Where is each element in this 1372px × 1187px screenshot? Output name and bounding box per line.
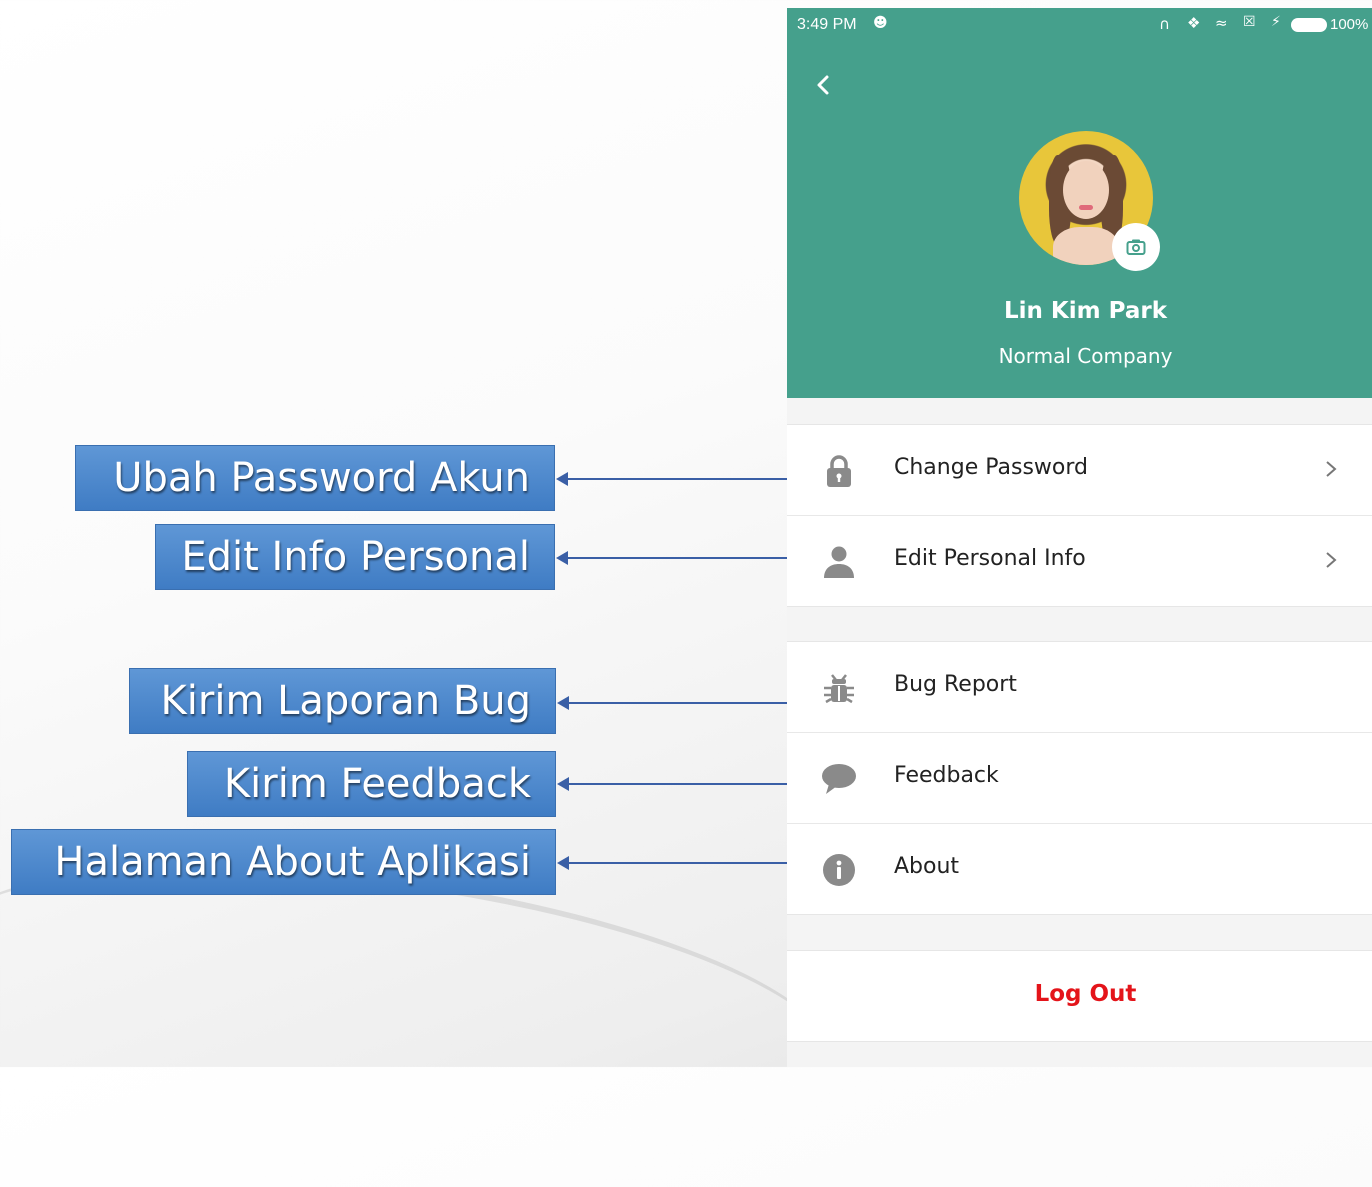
profile-header: 3:49 PM ☻ ∩ ❖ ≈ ☒ ⚡ 100% Lin Kim Park No… — [787, 8, 1372, 398]
android-icon: ☻ — [873, 15, 888, 31]
callout-feedback: Kirim Feedback — [187, 751, 556, 817]
menu-item-bug-report[interactable]: Bug Report — [787, 642, 1372, 733]
user-name: Lin Kim Park — [1004, 298, 1167, 324]
support-group: Bug Report Feedback About — [787, 641, 1372, 915]
headphones-icon: ∩ — [1159, 15, 1170, 33]
chevron-right-icon — [1326, 461, 1337, 477]
battery-icon — [1291, 18, 1327, 32]
menu-item-label: Feedback — [894, 763, 999, 788]
menu-item-label: Change Password — [894, 455, 1088, 480]
menu-item-label: Edit Personal Info — [894, 546, 1086, 571]
wifi-icon: ≈ — [1215, 14, 1228, 32]
bug-icon — [821, 670, 857, 706]
battery-level: 100% — [1330, 16, 1369, 33]
logout-label: Log Out — [1034, 981, 1137, 1007]
menu-item-label: Bug Report — [894, 672, 1017, 697]
menu-item-about[interactable]: About — [787, 824, 1372, 914]
callout-about: Halaman About Aplikasi — [11, 829, 556, 895]
person-icon — [821, 544, 857, 580]
change-photo-button[interactable] — [1112, 223, 1160, 271]
callout-edit-personal-info: Edit Info Personal — [155, 524, 555, 590]
lock-icon — [821, 453, 857, 489]
chat-bubble-icon — [821, 761, 857, 797]
charging-icon: ⚡ — [1271, 14, 1281, 30]
alarm-off-icon: ❖ — [1187, 14, 1201, 32]
chevron-left-icon — [817, 75, 829, 95]
account-settings-group: Change Password Edit Personal Info — [787, 424, 1372, 607]
callout-label: Kirim Laporan Bug — [160, 678, 531, 724]
callout-bug-report: Kirim Laporan Bug — [129, 668, 556, 734]
menu-item-change-password[interactable]: Change Password — [787, 425, 1372, 516]
callout-label: Ubah Password Akun — [113, 455, 530, 501]
menu-item-feedback[interactable]: Feedback — [787, 733, 1372, 824]
menu-item-label: About — [894, 854, 960, 879]
sim-icon: ☒ — [1243, 14, 1256, 30]
callout-label: Halaman About Aplikasi — [54, 839, 531, 885]
menu-item-edit-personal-info[interactable]: Edit Personal Info — [787, 516, 1372, 606]
callout-label: Kirim Feedback — [223, 761, 531, 807]
logout-button[interactable]: Log Out — [787, 950, 1372, 1042]
phone-screen: 3:49 PM ☻ ∩ ❖ ≈ ☒ ⚡ 100% Lin Kim Park No… — [787, 8, 1372, 1067]
info-icon — [821, 852, 857, 888]
company-name: Normal Company — [998, 344, 1173, 368]
status-time: 3:49 PM — [797, 16, 857, 33]
chevron-right-icon — [1326, 552, 1337, 568]
camera-icon — [1126, 239, 1146, 255]
callout-label: Edit Info Personal — [181, 534, 530, 580]
status-bar: 3:49 PM ☻ ∩ ❖ ≈ ☒ ⚡ 100% — [787, 8, 1372, 44]
callout-change-password: Ubah Password Akun — [75, 445, 555, 511]
back-button[interactable] — [809, 70, 839, 100]
